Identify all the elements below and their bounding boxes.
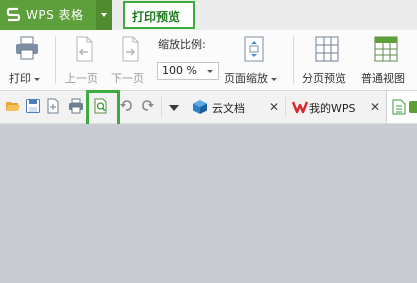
doc-tab-my-wps[interactable]: 我的WPS ✕ — [287, 91, 385, 123]
export-document-icon[interactable] — [45, 98, 61, 114]
next-page-button[interactable]: 下一页 — [108, 34, 152, 88]
doc-tab-cloud-docs[interactable]: 云文档 ✕ — [188, 91, 284, 123]
next-page-label: 下一页 — [111, 72, 144, 85]
customize-toolbar-dropdown-icon[interactable] — [169, 105, 179, 111]
tab-print-preview[interactable]: 打印预览 — [123, 1, 195, 29]
doc-tab-current-workbook[interactable] — [386, 91, 417, 123]
normal-view-button[interactable]: 普通视图 — [358, 34, 416, 88]
divider — [161, 97, 162, 117]
page-zoom-label: 页面缩放 — [224, 72, 268, 85]
page-break-preview-button[interactable]: 分页预览 — [298, 34, 356, 88]
save-icon[interactable] — [25, 98, 41, 114]
zoom-ratio-select[interactable]: 100 % — [157, 62, 219, 80]
divider — [293, 36, 294, 84]
chevron-down-icon — [101, 13, 107, 17]
close-icon[interactable]: ✕ — [370, 100, 380, 114]
spreadsheet-file-icon — [392, 99, 406, 115]
divider — [285, 97, 286, 117]
undo-icon[interactable] — [119, 98, 135, 114]
page-zoom-icon — [244, 36, 264, 62]
chevron-down-icon — [34, 77, 40, 81]
wps-app-menu-button[interactable]: WPS 表格 — [0, 0, 96, 30]
wps-logo-icon — [6, 7, 21, 22]
doc-tab-cloud-docs-label: 云文档 — [212, 102, 245, 115]
normal-view-label: 普通视图 — [361, 72, 405, 85]
next-page-icon — [122, 36, 139, 62]
preview-workspace — [0, 124, 417, 283]
redo-icon[interactable] — [139, 98, 155, 114]
quick-access-toolbar: 云文档 ✕ 我的WPS ✕ — [0, 91, 417, 124]
page-break-preview-label: 分页预览 — [302, 72, 346, 85]
zoom-ratio-label: 缩放比例: — [158, 38, 206, 51]
open-folder-icon[interactable] — [5, 98, 21, 114]
close-icon[interactable]: ✕ — [269, 100, 279, 114]
app-menu-dropdown-button[interactable] — [96, 0, 112, 30]
page-zoom-button[interactable]: 页面缩放 — [222, 34, 286, 88]
printer-icon — [16, 36, 38, 60]
zoom-ratio-value: 100 % — [162, 64, 197, 77]
chevron-down-icon — [207, 70, 213, 73]
page-break-preview-icon — [315, 36, 339, 62]
divider — [55, 36, 56, 84]
print-button[interactable]: 打印 — [4, 34, 50, 88]
app-title: WPS 表格 — [26, 8, 84, 22]
normal-view-icon — [374, 36, 398, 62]
ribbon-toolbar: 打印 上一页 下一页 缩放比例: 100 % 页面缩放 分页预览 普通视图 — [0, 30, 417, 91]
print-label: 打印 — [9, 72, 31, 85]
chevron-down-icon — [271, 77, 277, 81]
doc-tab-my-wps-label: 我的WPS — [309, 102, 356, 115]
wps-w-logo-icon — [292, 101, 308, 114]
prev-page-icon — [76, 36, 93, 62]
truncated-tab-label-fragment — [409, 101, 417, 113]
prev-page-label: 上一页 — [65, 72, 98, 85]
prev-page-button[interactable]: 上一页 — [62, 34, 106, 88]
cloud-docs-cube-icon — [193, 100, 207, 114]
printer-icon[interactable] — [68, 98, 84, 114]
tab-print-preview-label: 打印预览 — [132, 10, 181, 24]
